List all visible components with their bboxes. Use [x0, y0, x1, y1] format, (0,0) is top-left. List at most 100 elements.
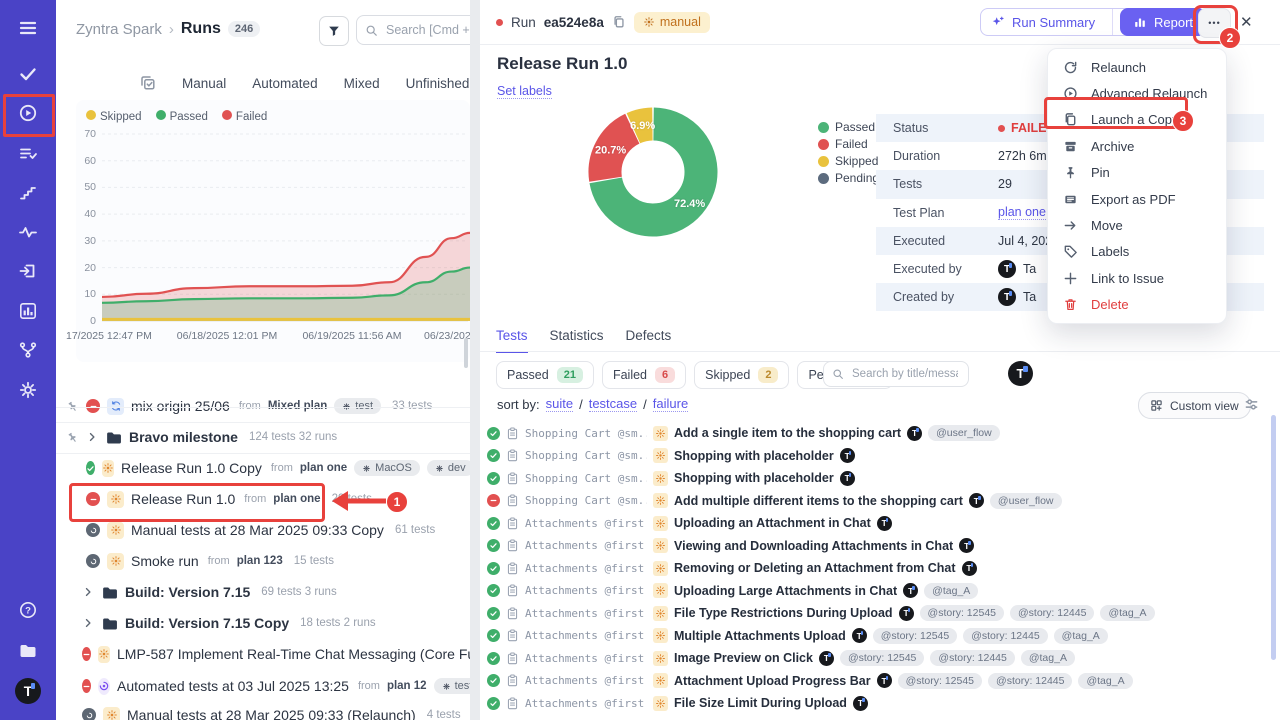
filter-chip-failed[interactable]: Failed6 [602, 361, 686, 389]
test-list-item[interactable]: Attachments @first Uploading an Attachme… [487, 512, 1266, 535]
runs-tab-manual[interactable]: Manual [182, 76, 226, 91]
view-settings-sliders-icon[interactable] [1244, 397, 1259, 412]
user-avatar[interactable]: T [15, 678, 41, 704]
user-filter-avatar[interactable]: T [1008, 361, 1033, 386]
run-list-item[interactable]: Manual tests at 28 Mar 2025 09:33 (Relau… [82, 700, 461, 720]
branch-icon[interactable] [18, 340, 38, 360]
filter-chip-skipped[interactable]: Skipped2 [694, 361, 789, 389]
list-check-icon[interactable] [18, 144, 38, 164]
activity-icon[interactable] [18, 222, 38, 242]
menu-item-export-as-pdf[interactable]: Export as PDF [1048, 186, 1226, 212]
run-list-item[interactable]: Bravo milestone124 tests 32 runs [66, 422, 337, 452]
test-list-item[interactable]: Attachments @first File Size Limit Durin… [487, 692, 1266, 715]
menu-item-link-to-issue[interactable]: Link to Issue [1048, 265, 1226, 291]
test-list-item[interactable]: Attachments @first Removing or Deleting … [487, 557, 1266, 580]
gear-icon[interactable] [18, 380, 38, 400]
run-row-title: Automated tests at 03 Jul 2025 13:25 [117, 678, 349, 694]
test-list-item[interactable]: Shopping Cart @sm... Add a single item t… [487, 422, 1266, 445]
test-suite: Attachments @first [525, 697, 647, 710]
test-list-item[interactable]: Attachments @first Image Preview on Clic… [487, 647, 1266, 670]
list-divider [56, 422, 470, 423]
assignee-avatar: T [853, 696, 868, 711]
menu-item-pin[interactable]: Pin [1048, 160, 1226, 186]
run-meta: 69 tests 3 runs [261, 586, 336, 598]
test-list-item[interactable]: Shopping Cart @sm... Add multiple differ… [487, 490, 1266, 513]
runs-tab-unfinished[interactable]: Unfinished [406, 76, 470, 91]
menu-item-archive[interactable]: Archive [1048, 133, 1226, 159]
test-list-item[interactable]: Shopping Cart @sm... Shopping with place… [487, 445, 1266, 468]
menu-item-advanced-relaunch[interactable]: Advanced Relaunch [1048, 80, 1226, 106]
run-plan-link[interactable]: plan 12 [387, 680, 427, 692]
run-list-item[interactable]: LMP-587 Implement Real-Time Chat Messagi… [82, 639, 470, 669]
run-list-item[interactable]: Build: Version 7.1569 tests 3 runs [82, 577, 337, 607]
tab-defects[interactable]: Defects [626, 328, 672, 353]
chevron-right-icon[interactable] [86, 431, 98, 443]
set-labels-link[interactable]: Set labels [497, 84, 552, 99]
menu-item-move[interactable]: Move [1048, 212, 1226, 238]
report-button[interactable]: Report [1120, 8, 1206, 36]
test-list-item[interactable]: Shopping Cart @sm... Shopping with place… [487, 467, 1266, 490]
sign-in-icon[interactable] [18, 261, 38, 281]
select-all-icon[interactable] [140, 75, 156, 91]
run-list-item[interactable]: Smoke runfromplan 12315 tests [86, 546, 334, 576]
runs-tab-mixed[interactable]: Mixed [344, 76, 380, 91]
tab-tests[interactable]: Tests [496, 328, 528, 353]
tab-statistics[interactable]: Statistics [550, 328, 604, 353]
run-list-item[interactable]: Automated tests at 03 Jul 2025 13:25from… [82, 671, 470, 701]
check-icon[interactable] [18, 64, 38, 84]
test-tag: @user_flow [928, 425, 1000, 441]
run-plan-link[interactable]: plan one [273, 493, 320, 505]
runs-tab-automated[interactable]: Automated [252, 76, 317, 91]
test-list-item[interactable]: Attachments @first Viewing and Downloadi… [487, 535, 1266, 558]
play-circle-icon[interactable] [18, 103, 38, 123]
menu-item-launch-a-copy[interactable]: Launch a Copy [1048, 107, 1226, 133]
passed-status-icon [487, 449, 500, 462]
test-list-item[interactable]: Attachments @first Attachment Upload Pro… [487, 670, 1266, 693]
menu-icon[interactable] [18, 18, 38, 38]
menu-item-label: Link to Issue [1091, 271, 1164, 286]
test-tag: @story: 12445 [988, 673, 1072, 689]
run-plan-link[interactable]: plan one [300, 462, 347, 474]
sort-by-suite[interactable]: suite [546, 396, 573, 412]
menu-item-delete[interactable]: Delete [1048, 292, 1226, 318]
sort-by-testcase[interactable]: testcase [589, 396, 637, 412]
menu-item-label: Labels [1091, 244, 1129, 259]
folder-icon[interactable] [18, 641, 38, 661]
run-list-item[interactable]: Release Run 1.0 Copyfromplan oneMacOSdev… [86, 453, 470, 483]
run-row-title: Manual tests at 28 Mar 2025 09:33 (Relau… [127, 707, 416, 720]
chevron-right-icon[interactable] [82, 617, 94, 629]
run-list-item[interactable]: Manual tests at 28 Mar 2025 09:33 Copy61… [86, 515, 435, 545]
menu-item-relaunch[interactable]: Relaunch [1048, 54, 1226, 80]
right-scrollbar-thumb[interactable] [1271, 415, 1276, 660]
steps-icon[interactable] [18, 183, 38, 203]
search-icon [365, 24, 378, 37]
manual-test-icon [653, 673, 668, 688]
filter-chip-passed[interactable]: Passed21 [496, 361, 594, 389]
run-detail-close-button[interactable]: ✕ [1240, 13, 1253, 31]
run-list-item[interactable]: Build: Version 7.15 Copy18 tests 2 runs [82, 608, 376, 638]
avatar: T [998, 288, 1016, 306]
test-plan-link[interactable]: plan one [998, 205, 1046, 220]
filter-button[interactable] [319, 16, 349, 46]
menu-item-labels[interactable]: Labels [1048, 239, 1226, 265]
test-list-item[interactable]: Attachments @first Uploading Large Attac… [487, 580, 1266, 603]
help-icon[interactable]: ? [18, 600, 38, 620]
runs-search-input[interactable] [384, 22, 470, 38]
tests-search-input[interactable] [850, 367, 960, 381]
test-title: Image Preview on Click [674, 651, 813, 665]
clipboard-icon [506, 517, 519, 530]
runs-trend-chart [76, 126, 470, 336]
clipboard-icon [506, 449, 519, 462]
copy-run-id-icon[interactable] [612, 15, 626, 29]
left-scrollbar-thumb[interactable] [464, 338, 468, 368]
bar-chart-icon[interactable] [18, 301, 38, 321]
test-list-item[interactable]: Attachments @first File Type Restriction… [487, 602, 1266, 625]
test-title: Attachment Upload Progress Bar [674, 674, 871, 688]
breadcrumb-project[interactable]: Zyntra Spark [76, 21, 162, 38]
custom-view-button[interactable]: Custom view [1138, 392, 1251, 419]
run-plan-link[interactable]: plan 123 [237, 555, 283, 567]
sort-by-failure[interactable]: failure [653, 396, 688, 412]
chevron-right-icon[interactable] [82, 586, 94, 598]
breadcrumb-section[interactable]: Runs [181, 20, 221, 38]
test-list-item[interactable]: Attachments @first Multiple Attachments … [487, 625, 1266, 648]
